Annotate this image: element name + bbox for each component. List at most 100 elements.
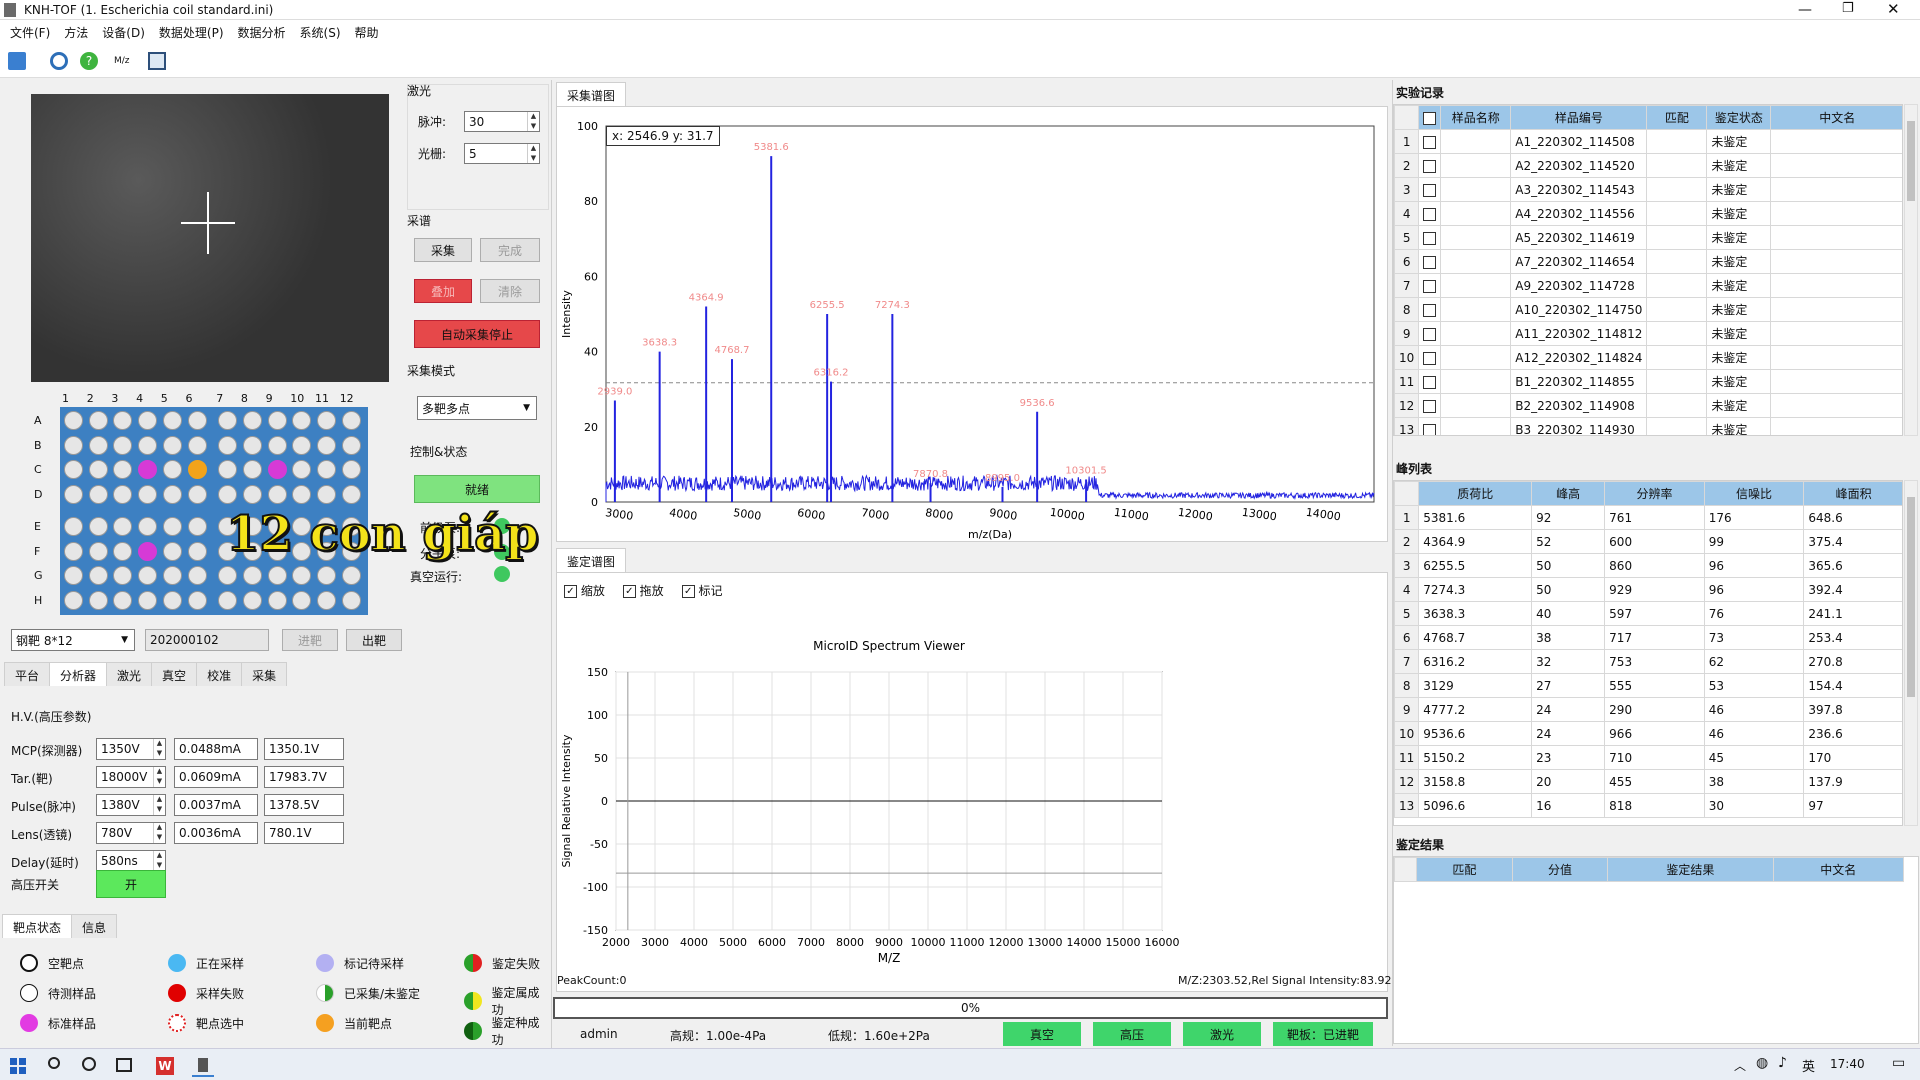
tab-left-5[interactable]: 采集 [241, 662, 288, 688]
plate-well[interactable] [341, 484, 361, 504]
records-header[interactable]: 样品编号 [1510, 105, 1648, 130]
plate-well[interactable] [218, 460, 238, 479]
plate-well[interactable] [292, 566, 312, 585]
plate-well[interactable] [242, 460, 262, 479]
volume-icon[interactable]: ♪ [1778, 1055, 1787, 1071]
hv-switch-button[interactable]: 开 [96, 870, 166, 898]
plate-well[interactable] [113, 566, 133, 585]
row-checkbox[interactable] [1418, 369, 1442, 394]
zoom-checkbox[interactable]: ✓ 缩放 [564, 582, 605, 599]
row-checkbox[interactable] [1418, 273, 1442, 298]
menu-item-6[interactable]: 帮助 [355, 24, 379, 41]
table-row[interactable]: 4 7274.3 50 929 96 392.4 [1394, 577, 1902, 602]
table-row[interactable]: 13 5096.6 16 818 30 97 [1394, 793, 1902, 818]
plate-well[interactable] [267, 460, 287, 479]
table-row[interactable]: 2 A2_220302_114520 未鉴定 [1394, 153, 1902, 178]
pulse-stepper[interactable]: 30 ▲ ▼ [464, 111, 540, 132]
plate-well[interactable] [88, 460, 108, 479]
plate-id-field[interactable]: 202000102 [145, 629, 269, 651]
plate-well[interactable] [138, 484, 158, 504]
plate-well[interactable] [138, 411, 158, 430]
plate-well[interactable] [138, 460, 158, 479]
table-row[interactable]: 7 A9_220302_114728 未鉴定 [1394, 273, 1902, 298]
peaks-scroll-thumb[interactable] [1907, 497, 1915, 697]
clock[interactable]: 17:40 [1830, 1057, 1865, 1071]
tab-left-1[interactable]: 分析器 [49, 662, 108, 688]
plate-well[interactable] [113, 460, 133, 479]
plate-well[interactable] [113, 411, 133, 430]
hv-spin[interactable]: ▲ ▼ [153, 851, 165, 871]
plate-well[interactable] [162, 590, 182, 610]
plate-well[interactable] [162, 411, 182, 430]
auto-stop-button[interactable]: 自动采集停止 [414, 320, 540, 348]
table-row[interactable]: 9 A11_220302_114812 未鉴定 [1394, 321, 1902, 346]
plate-well[interactable] [88, 435, 108, 455]
close-icon[interactable]: ✕ [1887, 0, 1900, 18]
table-row[interactable]: 4 A4_220302_114556 未鉴定 [1394, 201, 1902, 226]
help-icon[interactable]: ? [80, 52, 98, 70]
table-row[interactable]: 8 A10_220302_114750 未鉴定 [1394, 297, 1902, 322]
mark-checkbox[interactable]: ✓ 标记 [681, 582, 723, 599]
plate-well[interactable] [187, 435, 207, 455]
row-checkbox[interactable] [1418, 345, 1442, 370]
tab-left-0[interactable]: 平台 [4, 662, 51, 688]
load-plate-button[interactable]: 进靶 [282, 629, 338, 651]
plate-well[interactable] [64, 566, 83, 585]
ready-button[interactable]: 就绪 [414, 475, 540, 503]
table-row[interactable]: 11 B1_220302_114855 未鉴定 [1394, 369, 1902, 394]
search-icon[interactable] [48, 1057, 60, 1069]
records-header[interactable]: 匹配 [1646, 105, 1708, 130]
table-row[interactable]: 5 A5_220302_114619 未鉴定 [1394, 225, 1902, 250]
plate-well[interactable] [88, 411, 108, 430]
minimize-icon[interactable]: — [1798, 2, 1812, 18]
plate-well[interactable] [242, 411, 262, 430]
plate-well[interactable] [187, 460, 207, 479]
tab-left-3[interactable]: 真空 [151, 662, 198, 688]
plate-well[interactable] [218, 411, 238, 430]
hv-spin[interactable]: ▲ ▼ [153, 823, 165, 843]
records-scroll-thumb[interactable] [1907, 121, 1915, 201]
row-checkbox[interactable] [1418, 321, 1442, 346]
plate-well[interactable] [292, 460, 312, 479]
done-button[interactable]: 完成 [480, 238, 540, 262]
plate-well[interactable] [218, 590, 238, 610]
row-checkbox[interactable] [1418, 129, 1442, 154]
menu-item-0[interactable]: 文件(F) [10, 24, 50, 41]
plate-well[interactable] [64, 435, 83, 455]
plate-well[interactable] [242, 435, 262, 455]
plate-well[interactable] [187, 566, 207, 585]
plate-well[interactable] [292, 590, 312, 610]
plate-well[interactable] [218, 566, 238, 585]
pulse-spin[interactable]: ▲ ▼ [527, 112, 539, 131]
plate-well[interactable] [341, 566, 361, 585]
notification-icon[interactable]: ▭ [1892, 1055, 1905, 1071]
result-header[interactable]: 匹配 [1416, 857, 1513, 882]
row-checkbox[interactable] [1418, 177, 1442, 202]
menu-item-1[interactable]: 方法 [64, 24, 88, 41]
tab-bottom-1[interactable]: 信息 [71, 914, 118, 940]
plate-well[interactable] [113, 590, 133, 610]
plate-well[interactable] [88, 517, 108, 536]
hv-spin[interactable]: ▲ ▼ [153, 739, 165, 759]
plate-well[interactable] [138, 566, 158, 585]
plate-well[interactable] [317, 411, 336, 430]
plate-well[interactable] [341, 590, 361, 610]
plate-well[interactable] [187, 517, 207, 536]
plate-well[interactable] [218, 435, 238, 455]
plate-well[interactable] [88, 484, 108, 504]
plate-well[interactable] [113, 484, 133, 504]
settings-icon[interactable] [50, 52, 68, 70]
plate-well[interactable] [162, 435, 182, 455]
plate-well[interactable] [88, 590, 108, 610]
hv-set-stepper[interactable]: 1350V ▲ ▼ [96, 738, 166, 760]
plate-well[interactable] [88, 566, 108, 585]
records-scrollbar[interactable] [1904, 104, 1918, 436]
row-checkbox[interactable] [1418, 393, 1442, 418]
eject-plate-button[interactable]: 出靶 [346, 629, 402, 651]
result-header[interactable]: 鉴定结果 [1607, 857, 1774, 882]
open-folder-icon[interactable] [8, 52, 26, 70]
plate-well[interactable] [218, 484, 238, 504]
task-view-icon[interactable] [116, 1058, 132, 1072]
plate-well[interactable] [64, 590, 83, 610]
plate-well[interactable] [138, 435, 158, 455]
